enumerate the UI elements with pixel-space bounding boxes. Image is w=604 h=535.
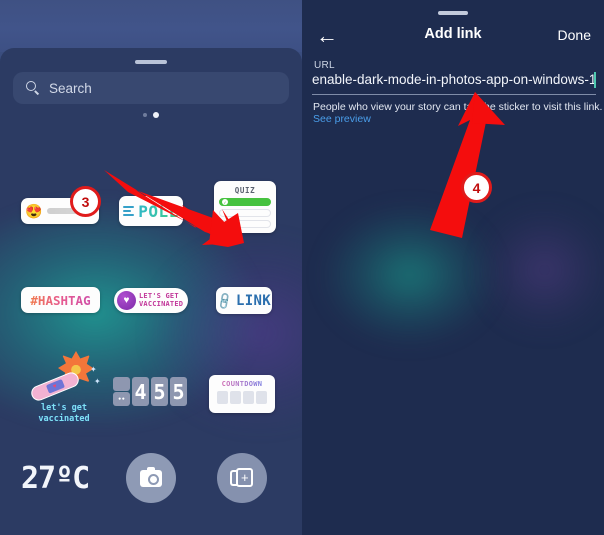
quiz-option-selected: ✓ [219,198,271,206]
done-button[interactable]: Done [558,27,591,43]
countdown-label: COUNTDOWN [221,380,263,388]
bandaid-caption: let's get vaccinated [38,403,89,424]
countdown-flip-sticker[interactable]: •• 4 5 5 [113,376,189,407]
purple-glow [477,205,604,335]
countdown-boxes [217,391,267,404]
story-backdrop-strip [0,0,302,52]
sheet-grabber[interactable] [135,60,167,64]
sticker-sheet: Search 😍 POLL QUIZ ✓ #HASHTAG ♥ LET'S GE… [0,48,302,535]
link-chain-icon: 🔗 [214,290,235,311]
link-sticker[interactable]: 🔗 LINK [214,287,272,314]
url-field-label: URL [314,60,335,71]
hashtag-label: #HASHTAG [30,292,91,308]
poll-bars-icon [123,206,135,216]
add-photo-icon: + [230,467,254,489]
flip-digit: 4 [132,377,149,406]
teal-glow [322,205,497,345]
page-dot[interactable] [143,113,147,117]
search-icon [26,81,40,95]
add-link-panel: ← Add link Done URL enable-dark-mode-in-… [302,0,604,535]
sticker-tray-panel: Search 😍 POLL QUIZ ✓ #HASHTAG ♥ LET'S GE… [0,0,302,535]
poll-sticker[interactable]: POLL [119,196,183,226]
flip-digit: 5 [151,377,168,406]
vaccinated-label: LET'S GET VACCINATED [139,292,184,308]
flip-tiny-label: •• [113,392,130,407]
lets-get-vaccinated-sticker[interactable]: ♥ LET'S GET VACCINATED [114,288,188,313]
callout-badge-4: 4 [461,172,492,203]
search-input[interactable]: Search [13,72,289,104]
see-preview-link[interactable]: See preview [313,113,371,125]
link-label: LINK [236,292,271,309]
bandaid-line1: let's get [40,403,88,413]
flip-digit: 5 [170,377,187,406]
camera-icon [140,466,162,487]
poll-label: POLL [138,201,179,221]
lets-get-vaccinated-art-sticker[interactable]: ♥ ✦ ✦ let's get vaccinated [26,351,102,431]
quiz-sticker[interactable]: QUIZ ✓ [214,181,276,233]
screenshot-root: Search 😍 POLL QUIZ ✓ #HASHTAG ♥ LET'S GE… [0,0,604,535]
search-placeholder: Search [49,80,92,96]
smiling-face-hearts-icon: 😍 [25,202,43,219]
heart-badge-icon: ♥ [117,291,136,310]
url-input[interactable]: enable-dark-mode-in-photos-app-on-window… [312,72,596,87]
add-link-navbar: ← Add link Done [302,22,604,54]
url-field-underline [312,94,596,95]
hashtag-sticker[interactable]: #HASHTAG [21,287,100,313]
quiz-label: QUIZ [234,186,256,195]
camera-sticker-button[interactable] [126,453,176,503]
sheet-grabber[interactable] [438,11,468,15]
quiz-option [219,209,271,217]
text-caret [594,72,596,88]
page-dot-active[interactable] [153,112,159,118]
temperature-sticker[interactable]: 27ºC [21,461,90,496]
url-helper-text: People who view your story can tap the s… [313,101,603,113]
quiz-option [219,220,271,228]
add-photo-sticker-button[interactable]: + [217,453,267,503]
page-indicator [143,112,159,118]
countdown-sticker[interactable]: COUNTDOWN [209,375,275,413]
flip-col-blank: •• [113,376,130,407]
bandaid-line2: vaccinated [38,413,90,424]
vaccinated-line2: VACCINATED [139,299,184,308]
check-icon: ✓ [222,199,228,205]
bandaid-flower-icon: ♥ ✦ ✦ [28,351,101,403]
callout-badge-3: 3 [70,186,101,217]
